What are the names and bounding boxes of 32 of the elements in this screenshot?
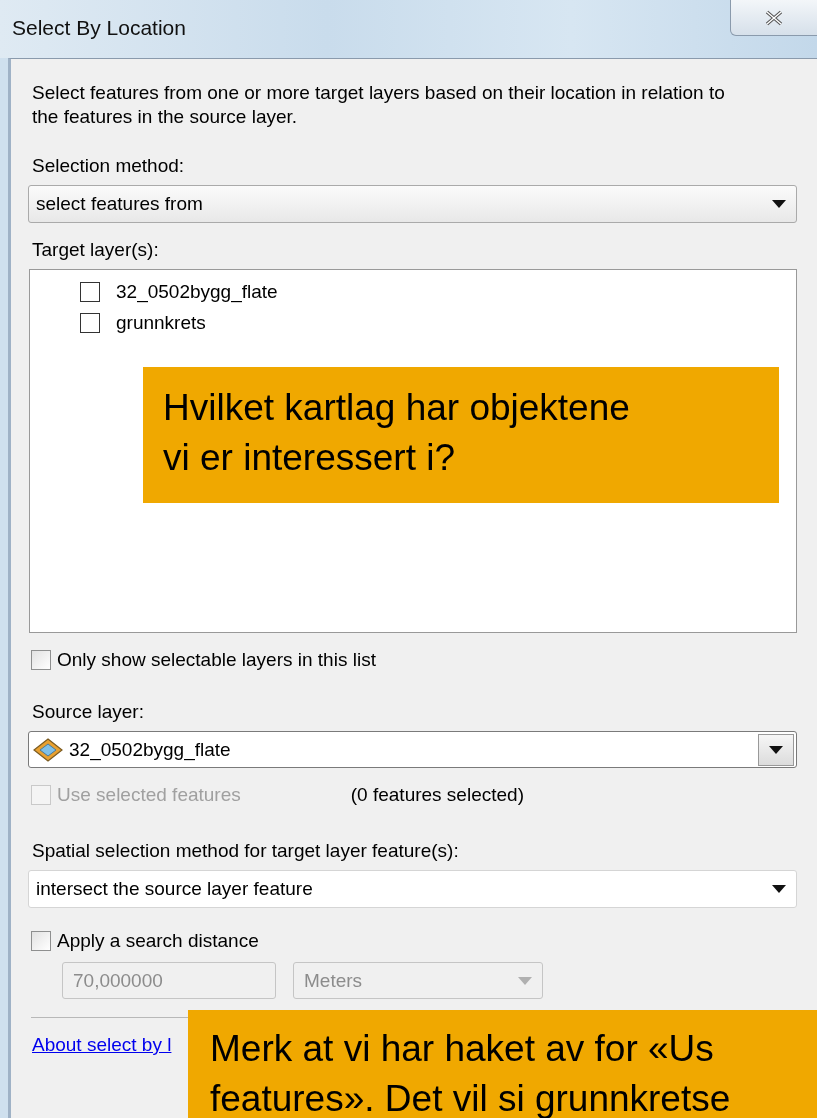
selection-method-dropdown[interactable]: select features from xyxy=(28,185,797,223)
description-text: Select features from one or more target layers based on their location in relation to the features in the source layer. xyxy=(32,81,726,129)
field-label: Target layer(s): xyxy=(32,239,160,261)
checkbox-label: Use selected features xyxy=(57,784,241,806)
dropdown-value: select features from xyxy=(36,193,203,215)
close-icon xyxy=(764,9,784,26)
close-button[interactable] xyxy=(730,0,817,36)
window-title: Select By Location xyxy=(12,16,186,40)
dropdown-value: intersect the source layer feature xyxy=(36,878,313,900)
checkbox[interactable] xyxy=(31,650,51,670)
field-label: Source layer: xyxy=(32,701,145,723)
source-layer-dropdown[interactable]: 32_0502bygg_flate xyxy=(28,731,797,768)
spatial-method-dropdown[interactable]: intersect the source layer feature xyxy=(28,870,797,908)
help-link[interactable]: About select by l xyxy=(32,1034,172,1056)
field-label: Selection method: xyxy=(32,155,186,177)
dropdown-arrow-button[interactable] xyxy=(758,733,794,766)
dropdown-value: Meters xyxy=(304,969,363,992)
layer-name: grunnkrets xyxy=(116,311,206,334)
caret-icon xyxy=(518,976,532,985)
caret-icon xyxy=(772,200,786,208)
caret-icon xyxy=(769,745,783,754)
checkbox-label: Only show selectable layers in this list xyxy=(57,649,376,671)
layer-name: 32_0502bygg_flate xyxy=(116,280,278,303)
caret-icon xyxy=(772,885,786,893)
callout-note: Hvilket kartlag har objektene vi er interessert i? xyxy=(143,367,779,503)
checkbox[interactable] xyxy=(80,312,100,333)
dropdown-value: 32_0502bygg_flate xyxy=(69,738,231,761)
field-label: Spatial selection method for target layer feature(s): xyxy=(32,840,460,862)
polygon-layer-icon xyxy=(33,737,63,762)
selection-count: (0 features selected) xyxy=(350,784,524,806)
checkbox[interactable] xyxy=(80,281,100,302)
checkbox-label: Apply a search distance xyxy=(57,930,259,952)
